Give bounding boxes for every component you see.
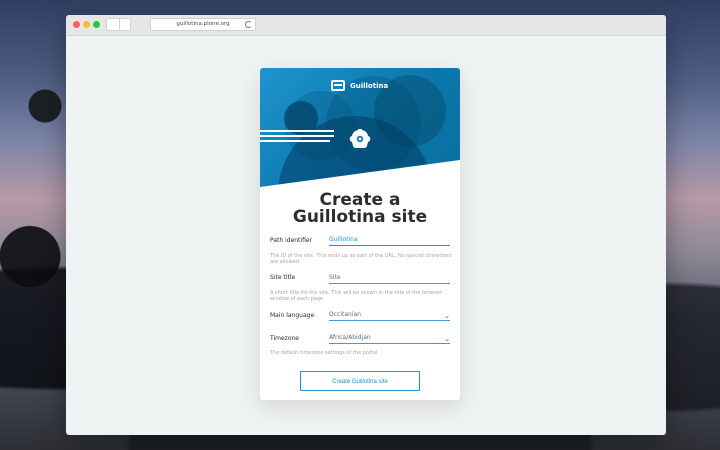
- navigation-buttons[interactable]: [106, 18, 131, 31]
- create-site-button[interactable]: Create Guillotina site: [300, 371, 420, 391]
- site-title-value: Site: [329, 274, 341, 281]
- timezone-label: Timezone: [270, 335, 299, 342]
- address-text: guillotina.plone.org: [176, 21, 230, 27]
- field-underline: [329, 245, 450, 246]
- timezone-value: Africa/Abidjan: [329, 334, 371, 341]
- browser-window: guillotina.plone.org Guillotina Create a…: [66, 15, 666, 435]
- site-title-help: A short title for the site. This will be…: [270, 290, 442, 302]
- site-title-input[interactable]: Site: [329, 272, 450, 284]
- address-bar[interactable]: guillotina.plone.org: [150, 18, 256, 31]
- create-site-card: Guillotina Create a Guillotina site Path…: [260, 68, 460, 400]
- brand-name: Guillotina: [350, 82, 389, 90]
- guillotina-logo-icon: [331, 80, 345, 91]
- path-identifier-label: Path identifier: [270, 237, 313, 244]
- main-language-select[interactable]: Occitanian ⌄: [329, 309, 450, 321]
- title-line: Guillotina site: [292, 207, 428, 227]
- field-underline: [329, 320, 450, 321]
- main-language-label: Main language: [270, 312, 315, 319]
- minimize-window-button[interactable]: [83, 21, 90, 28]
- maximize-window-button[interactable]: [93, 21, 100, 28]
- header-stripe: [260, 140, 330, 142]
- close-window-button[interactable]: [73, 21, 80, 28]
- card-header: Guillotina: [260, 68, 460, 188]
- timezone-select[interactable]: Africa/Abidjan ⌄: [329, 332, 450, 344]
- path-identifier-value: Guillotina: [329, 236, 358, 243]
- site-title-label: Site title: [270, 274, 296, 281]
- page-title: Create a Guillotina site: [260, 192, 460, 226]
- header-stripe: [260, 130, 334, 132]
- field-underline: [329, 343, 450, 344]
- reload-icon[interactable]: [245, 21, 252, 28]
- robot-mascot-icon: [349, 129, 371, 148]
- field-underline: [329, 283, 450, 284]
- timezone-help: The default timezone settings of the por…: [270, 350, 378, 356]
- main-language-value: Occitanian: [329, 311, 361, 318]
- path-identifier-help: The ID of the site. This ends up as part…: [270, 253, 452, 265]
- path-identifier-input[interactable]: Guillotina: [329, 234, 450, 246]
- browser-titlebar: guillotina.plone.org: [66, 15, 666, 36]
- header-stripe: [260, 135, 334, 137]
- navigation-divider: [119, 19, 120, 30]
